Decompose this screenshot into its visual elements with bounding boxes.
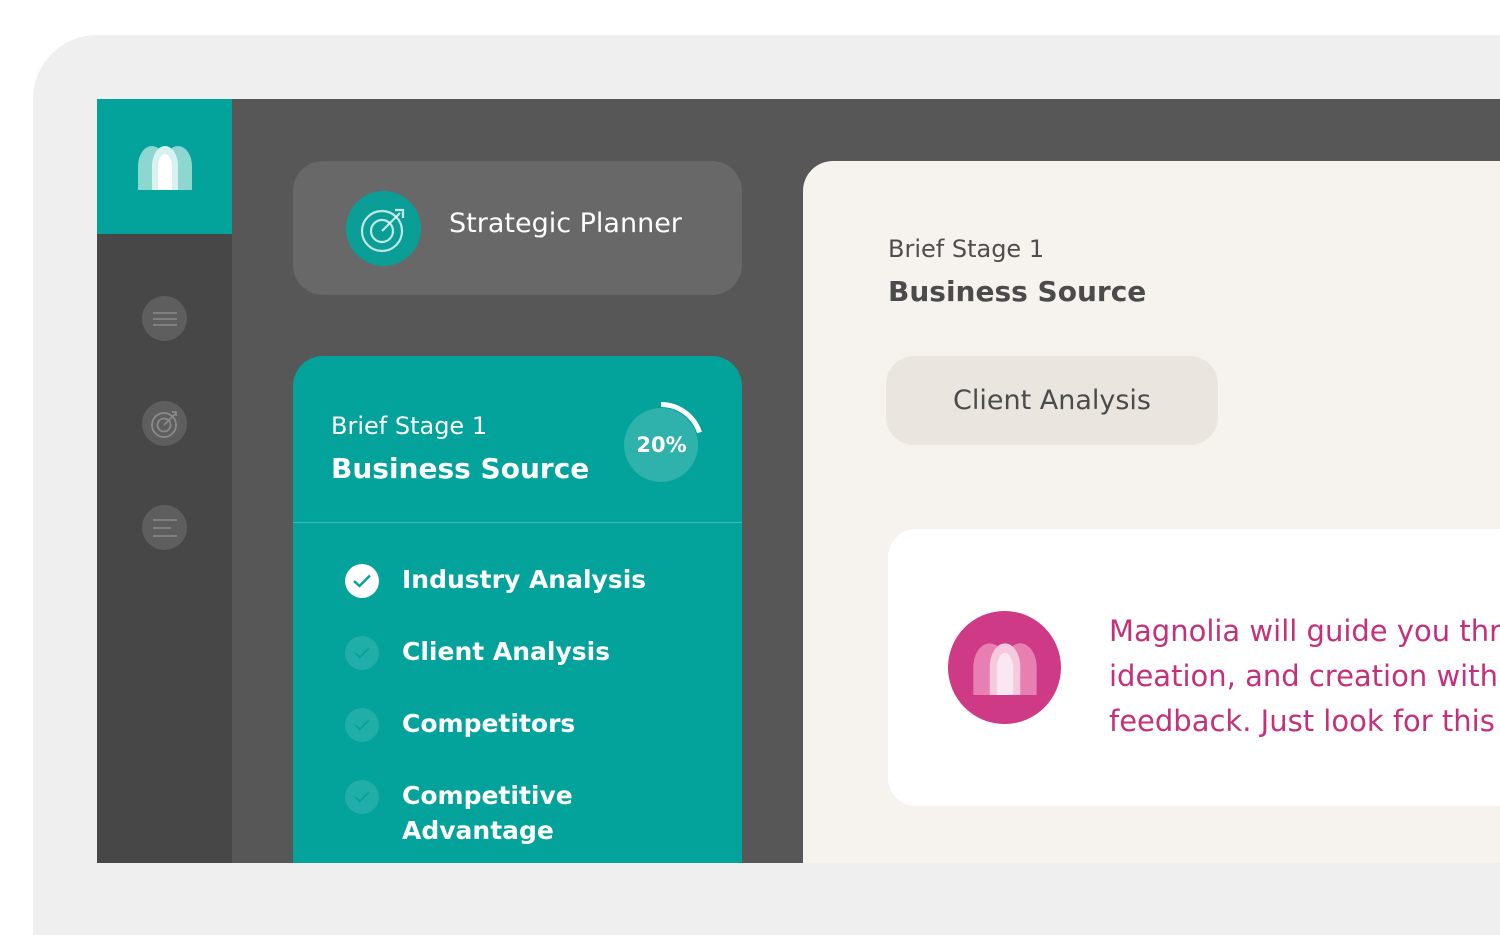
assistant-tip-text: Magnolia will guide you thr ideation, an… <box>1109 614 1500 738</box>
check-pending-icon <box>345 708 379 742</box>
stage-header: Brief Stage 1 Business Source 20% <box>293 356 742 522</box>
progress-percent: 20% <box>636 433 687 457</box>
app-logo[interactable] <box>97 99 232 234</box>
sidebar-rail <box>97 99 232 863</box>
sidebar-item-planner[interactable] <box>142 401 187 446</box>
content-eyebrow: Brief Stage 1 <box>888 235 1045 263</box>
task-label: Competitors <box>402 709 576 738</box>
magnolia-logo-icon <box>137 145 192 190</box>
assistant-tip-card: Magnolia will guide you thr ideation, an… <box>888 529 1500 806</box>
check-pending-icon <box>345 636 379 670</box>
planner-icon-badge <box>346 191 421 266</box>
strategic-planner-card[interactable]: Strategic Planner <box>293 161 742 295</box>
assistant-avatar <box>948 611 1061 724</box>
task-label: Industry Analysis <box>402 565 647 594</box>
text-align-icon <box>152 518 177 537</box>
stage-name: Business Source <box>331 452 590 485</box>
sidebar-item-menu[interactable] <box>142 296 187 341</box>
magnolia-logo-icon <box>972 642 1037 695</box>
app-screen: Strategic Planner Brief Stage 1 Business… <box>97 99 1500 863</box>
stage-divider <box>293 522 742 523</box>
content-panel: Brief Stage 1 Business Source Client Ana… <box>803 161 1500 863</box>
planner-title: Strategic Planner <box>449 208 682 239</box>
progress-ring: 20% <box>624 402 710 488</box>
target-icon <box>360 208 404 252</box>
task-label: Competitive Advantage <box>402 781 573 845</box>
stage-eyebrow: Brief Stage 1 <box>331 412 488 440</box>
menu-lines-icon <box>152 311 177 326</box>
target-icon <box>150 410 177 438</box>
check-pending-icon <box>345 780 379 814</box>
sidebar-item-notes[interactable] <box>142 505 187 550</box>
client-analysis-chip[interactable]: Client Analysis <box>886 356 1218 445</box>
task-label: Client Analysis <box>402 637 611 666</box>
stage-card: Brief Stage 1 Business Source 20% Indust… <box>293 356 742 863</box>
check-complete-icon <box>345 564 379 598</box>
content-title: Business Source <box>888 275 1147 308</box>
